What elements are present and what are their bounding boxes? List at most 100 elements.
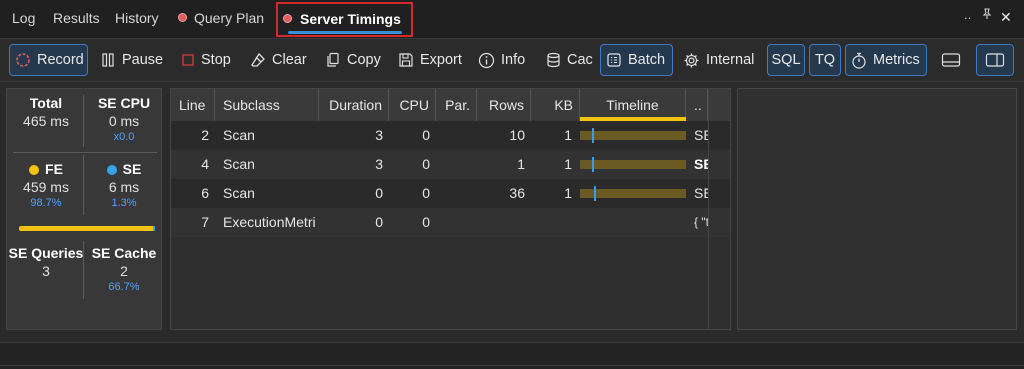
se-label: SE — [122, 161, 142, 177]
tab-history[interactable]: History — [115, 10, 159, 26]
column-header-duration[interactable]: Duration — [319, 89, 389, 121]
total-label: Total — [29, 95, 63, 111]
cell-kb: 1 — [564, 156, 572, 172]
sql-button[interactable]: SQL — [767, 44, 805, 76]
toolbar: Record Pause Stop Clear Copy Export Info… — [0, 38, 1024, 82]
total-value: 465 ms — [23, 113, 69, 129]
split-vertical-icon — [985, 53, 1005, 67]
se-cpu-stat: SE CPU 0 ms x0.0 — [85, 95, 163, 143]
pause-icon — [102, 53, 114, 67]
cell-line: 6 — [201, 185, 209, 201]
cell-line: 2 — [201, 127, 209, 143]
cell-query: { "t — [694, 215, 708, 229]
overflow-icon[interactable]: ‥ — [964, 9, 971, 22]
batch-icon — [607, 53, 621, 67]
stop-button[interactable]: Stop — [176, 44, 236, 76]
tq-button[interactable]: TQ — [809, 44, 841, 76]
column-header-line[interactable]: Line — [171, 89, 215, 121]
column-header-query[interactable]: .. — [686, 89, 708, 121]
record-icon — [16, 53, 30, 67]
grid-header: Line Subclass Duration CPU Par. Rows KB … — [171, 89, 730, 121]
table-row[interactable]: 4 Scan 3 0 1 1 SE — [171, 150, 730, 179]
total-stat: Total 465 ms — [7, 95, 85, 129]
fe-se-ratio-bar — [19, 226, 155, 231]
copy-label: Copy — [347, 52, 381, 68]
fe-percent: 98.7% — [30, 197, 62, 209]
se-percent: 1.3% — [111, 197, 137, 209]
metrics-button[interactable]: Metrics — [845, 44, 927, 76]
se-dot-icon — [106, 165, 117, 175]
cell-query: SE — [694, 185, 708, 201]
record-dot-icon — [178, 13, 187, 22]
cell-rows: 1 — [517, 156, 525, 172]
cell-cpu: 0 — [422, 214, 430, 230]
divider — [83, 241, 84, 299]
query-detail-panel — [737, 88, 1017, 330]
cell-subclass: Scan — [223, 127, 255, 143]
batch-button[interactable]: Batch — [600, 44, 673, 76]
layout-vertical-button[interactable] — [976, 44, 1014, 76]
clear-button[interactable]: Clear — [245, 44, 312, 76]
cell-duration: 0 — [375, 185, 383, 201]
divider — [13, 152, 157, 153]
cell-par — [436, 121, 471, 150]
tab-server-timings[interactable]: Server Timings — [276, 2, 413, 37]
cell-kb — [531, 208, 572, 237]
column-header-cpu[interactable]: CPU — [389, 89, 436, 121]
info-button[interactable]: Info — [473, 44, 530, 76]
column-header-kb[interactable]: KB — [531, 89, 580, 121]
tab-query-plan-label: Query Plan — [194, 10, 265, 26]
record-label: Record — [37, 52, 84, 68]
divider — [83, 95, 84, 147]
cell-par — [436, 208, 471, 237]
cell-kb: 1 — [564, 185, 572, 201]
se-cache-percent: 66.7% — [108, 281, 140, 293]
column-header-subclass[interactable]: Subclass — [215, 89, 319, 121]
cell-kb: 1 — [564, 127, 572, 143]
close-icon[interactable]: ✕ — [1000, 9, 1012, 26]
se-ratio-segment — [153, 226, 155, 231]
table-row[interactable]: 7 ExecutionMetri 0 0 { "t — [171, 208, 730, 237]
copy-icon — [327, 52, 339, 67]
metrics-label: Metrics — [873, 52, 920, 68]
timeline-marker — [591, 157, 594, 172]
pause-button[interactable]: Pause — [95, 44, 168, 76]
cell-cpu: 0 — [422, 185, 430, 201]
column-header-par[interactable]: Par. — [436, 89, 477, 121]
info-icon — [478, 52, 495, 68]
copy-button[interactable]: Copy — [320, 44, 386, 76]
table-row[interactable]: 2 Scan 3 0 10 1 SE — [171, 121, 730, 150]
cell-query: SE — [694, 127, 708, 143]
active-tab-indicator — [288, 31, 402, 34]
fe-stat: FE 459 ms 98.7% — [7, 161, 85, 209]
se-stat: SE 6 ms 1.3% — [85, 161, 163, 209]
cell-rows: 36 — [509, 185, 525, 201]
fe-label: FE — [45, 161, 63, 177]
divider — [0, 365, 1024, 366]
cell-subclass: Scan — [223, 185, 255, 201]
layout-horizontal-button[interactable] — [934, 44, 968, 76]
tab-log[interactable]: Log — [12, 10, 35, 26]
column-divider — [708, 89, 709, 329]
tab-results[interactable]: Results — [53, 10, 100, 26]
cell-line: 7 — [201, 214, 209, 230]
cache-button[interactable]: Cac — [541, 44, 593, 76]
status-strip — [0, 342, 1024, 369]
cell-query: SE — [694, 156, 708, 172]
cell-subclass: Scan — [223, 156, 255, 172]
internal-button[interactable]: Internal — [678, 44, 759, 76]
stop-label: Stop — [201, 52, 231, 68]
column-header-rows[interactable]: Rows — [477, 89, 531, 121]
cell-duration: 3 — [375, 127, 383, 143]
record-button[interactable]: Record — [9, 44, 88, 76]
record-dot-icon — [283, 14, 292, 23]
table-row[interactable]: 6 Scan 0 0 36 1 SE — [171, 179, 730, 208]
export-button[interactable]: Export — [393, 44, 467, 76]
stop-icon — [182, 54, 194, 66]
batch-label: Batch — [628, 52, 666, 68]
cache-label: Cac — [567, 52, 593, 68]
tab-query-plan[interactable]: Query Plan — [178, 10, 264, 26]
info-label: Info — [501, 52, 526, 68]
pin-icon[interactable] — [981, 8, 993, 23]
se-cpu-value: 0 ms — [108, 113, 140, 129]
